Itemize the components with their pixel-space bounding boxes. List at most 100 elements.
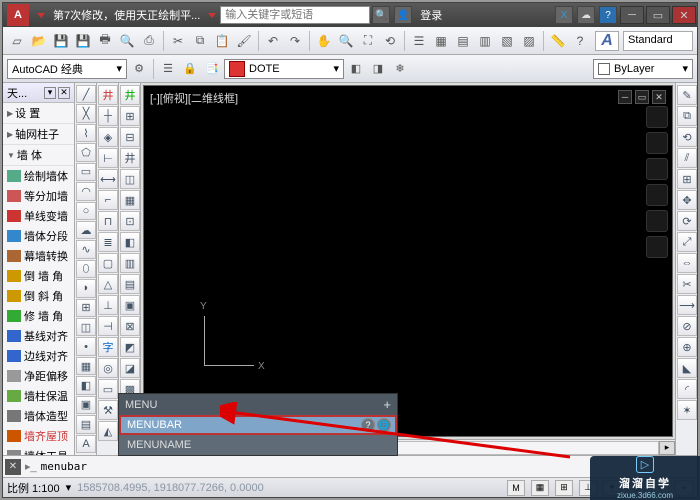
list-item[interactable]: 边线对齐 <box>3 346 74 366</box>
tpal-icon[interactable]: ▤ <box>453 31 473 51</box>
stair-icon[interactable]: ≣ <box>98 232 118 252</box>
grid-icon[interactable]: 井 <box>98 85 118 105</box>
t3h-icon[interactable]: ◧ <box>120 232 140 252</box>
ac-net-icon[interactable]: 🌐 <box>377 418 391 432</box>
cat-axis[interactable]: ▶轴网柱子 <box>3 124 74 145</box>
t3d-icon[interactable]: 井 <box>120 148 140 168</box>
vp-min-icon[interactable]: ─ <box>618 90 632 104</box>
nav-showm-icon[interactable] <box>646 236 668 258</box>
help2-icon[interactable]: ? <box>570 31 590 51</box>
preview-icon[interactable]: 🔍 <box>117 31 137 51</box>
zoomwin-icon[interactable]: ⛶ <box>358 31 378 51</box>
extend-icon[interactable]: ⟶ <box>677 295 697 315</box>
list-item[interactable]: 修 墙 角 <box>3 306 74 326</box>
measure-icon[interactable]: 📏 <box>548 31 568 51</box>
scroll-right-icon[interactable]: ▸ <box>659 441 675 455</box>
point-icon[interactable]: • <box>76 337 96 355</box>
table-icon[interactable]: ▤ <box>76 415 96 433</box>
list-item[interactable]: 等分加墙 <box>3 186 74 206</box>
user-icon[interactable]: 👤 <box>394 6 412 24</box>
layer-lock-icon[interactable]: 🔒 <box>180 59 200 79</box>
color-combo[interactable]: ByLayer▾ <box>593 59 693 79</box>
viewcube-icon[interactable] <box>646 106 668 128</box>
t3l-icon[interactable]: ⊠ <box>120 316 140 336</box>
cmd-input[interactable]: menubar <box>41 460 87 473</box>
minimize-button[interactable]: ─ <box>620 6 644 24</box>
list-item[interactable]: 净距偏移 <box>3 366 74 386</box>
move-icon[interactable]: ✥ <box>677 190 697 210</box>
axis-icon[interactable]: ┼ <box>98 106 118 126</box>
door-icon[interactable]: ⌐ <box>98 190 118 210</box>
layer-states-icon[interactable]: 📑 <box>202 59 222 79</box>
ws-settings-icon[interactable]: ⚙ <box>129 59 149 79</box>
text-icon[interactable]: 字 <box>98 337 118 357</box>
elev-icon[interactable]: ⊥ <box>98 295 118 315</box>
dim-icon[interactable]: ⊢ <box>98 148 118 168</box>
rotate-icon[interactable]: ⟳ <box>677 211 697 231</box>
t3a-icon[interactable]: 井 <box>120 85 140 105</box>
redo-icon[interactable]: ↷ <box>285 31 305 51</box>
roof-icon[interactable]: △ <box>98 274 118 294</box>
pline-icon[interactable]: ⌇ <box>76 124 96 142</box>
ac-help-icon[interactable]: ? <box>361 418 375 432</box>
dim2-icon[interactable]: ⟷ <box>98 169 118 189</box>
trim-icon[interactable]: ✂ <box>677 274 697 294</box>
join-icon[interactable]: ⊕ <box>677 337 697 357</box>
ellipsearc-icon[interactable]: ◗ <box>76 279 96 297</box>
array-icon[interactable]: ⊞ <box>677 169 697 189</box>
col-icon[interactable]: ◈ <box>98 127 118 147</box>
line-icon[interactable]: ╱ <box>76 85 96 103</box>
pan-icon[interactable]: ✋ <box>314 31 334 51</box>
t3m-icon[interactable]: ◩ <box>120 337 140 357</box>
qc-icon[interactable]: ▨ <box>519 31 539 51</box>
stretch-icon[interactable]: ⇔ <box>677 253 697 273</box>
list-item[interactable]: 墙体工具 <box>3 446 74 455</box>
scale-icon[interactable]: ⤢ <box>677 232 697 252</box>
ssm-icon[interactable]: ▥ <box>475 31 495 51</box>
explode-icon[interactable]: ✶ <box>677 400 697 420</box>
hatch-icon[interactable]: ▦ <box>76 357 96 375</box>
plot-icon[interactable]: 🖶 <box>95 31 115 51</box>
layer-off-icon[interactable]: ◨ <box>368 59 388 79</box>
sheet-icon[interactable]: ▭ <box>98 379 118 399</box>
copy-icon[interactable]: ⧉ <box>190 31 210 51</box>
t3b-icon[interactable]: ⊞ <box>120 106 140 126</box>
list-item[interactable]: 幕墙转换 <box>3 246 74 266</box>
props-icon[interactable]: ☰ <box>409 31 429 51</box>
arc-icon[interactable]: ◠ <box>76 182 96 200</box>
scale-label[interactable]: 比例 1:100 <box>7 480 60 496</box>
vp-max-icon[interactable]: ▭ <box>635 90 649 104</box>
qat-dropdown-icon[interactable] <box>37 13 45 18</box>
t3i-icon[interactable]: ▥ <box>120 253 140 273</box>
list-item[interactable]: 墙齐屋顶 <box>3 426 74 446</box>
maximize-button[interactable]: ▭ <box>646 6 670 24</box>
block-icon[interactable]: ◫ <box>76 318 96 336</box>
matchprop-icon[interactable]: 🖌 <box>234 31 254 51</box>
chamfer-icon[interactable]: ◣ <box>677 358 697 378</box>
t3c-icon[interactable]: ⊟ <box>120 127 140 147</box>
list-item[interactable]: 倒 斜 角 <box>3 286 74 306</box>
zoom-icon[interactable]: 🔍 <box>336 31 356 51</box>
help-icon[interactable]: ? <box>599 6 617 24</box>
viewport-label[interactable]: [-][俯视][二维线框] <box>150 90 238 106</box>
close-button[interactable]: ✕ <box>672 6 696 24</box>
nav-zoom-icon[interactable] <box>646 184 668 206</box>
section-icon[interactable]: ⊣ <box>98 316 118 336</box>
nav-pan-icon[interactable] <box>646 158 668 180</box>
textstyle-icon[interactable]: A <box>595 31 619 51</box>
layer-freeze-icon[interactable]: ❄ <box>390 59 410 79</box>
symbol-icon[interactable]: ◎ <box>98 358 118 378</box>
grid-button[interactable]: ▦ <box>531 480 549 496</box>
list-item[interactable]: 绘制墙体 <box>3 166 74 186</box>
exchange-icon[interactable]: X <box>555 6 573 24</box>
list-item[interactable]: 基线对齐 <box>3 326 74 346</box>
t3k-icon[interactable]: ▣ <box>120 295 140 315</box>
room-icon[interactable]: ▢ <box>98 253 118 273</box>
saveas-icon[interactable]: 💾 <box>73 31 93 51</box>
recent-dropdown-icon[interactable] <box>208 13 216 18</box>
cat-wall[interactable]: ▼墙 体 <box>3 145 74 166</box>
cat-settings[interactable]: ▶设 置 <box>3 103 74 124</box>
help-search-input[interactable] <box>220 6 370 24</box>
open-icon[interactable]: 📂 <box>29 31 49 51</box>
nav-wheel-icon[interactable] <box>646 132 668 154</box>
